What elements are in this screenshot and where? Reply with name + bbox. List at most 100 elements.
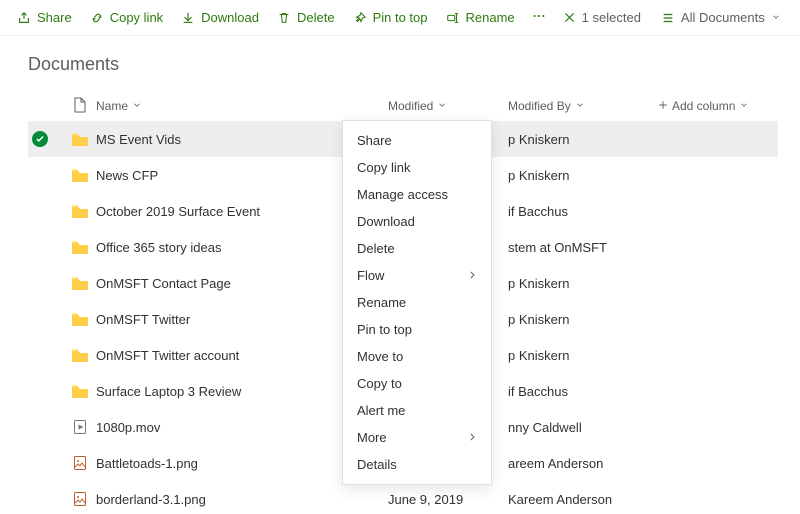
file-name[interactable]: OnMSFT Contact Page [96, 276, 334, 291]
column-header-modified-by[interactable]: Modified By [508, 99, 658, 113]
context-menu-label: Manage access [357, 187, 448, 202]
pin-button[interactable]: Pin to top [344, 2, 437, 34]
context-menu-item[interactable]: Copy to [343, 370, 491, 397]
selected-check-icon[interactable] [32, 131, 48, 147]
pin-label: Pin to top [373, 10, 428, 25]
add-column-button[interactable]: Add column [658, 99, 778, 113]
column-header-name[interactable]: Name [96, 99, 388, 113]
col-by-label: Modified By [508, 99, 571, 113]
file-name[interactable]: Battletoads-1.png [96, 456, 334, 471]
modified-by: if Bacchus [508, 204, 658, 219]
copy-link-button[interactable]: Copy link [81, 2, 172, 34]
copy-link-label: Copy link [110, 10, 163, 25]
context-menu-label: Alert me [357, 403, 405, 418]
row-icon [64, 384, 96, 398]
chevron-down-icon [437, 99, 447, 113]
file-name[interactable]: 1080p.mov [96, 420, 334, 435]
context-menu-label: Delete [357, 241, 395, 256]
link-icon [90, 11, 104, 25]
row-icon [64, 204, 96, 218]
row-icon [64, 240, 96, 254]
context-menu-item[interactable]: Flow [343, 262, 491, 289]
modified-by: areem Anderson [508, 456, 658, 471]
context-menu-label: Copy to [357, 376, 402, 391]
file-name[interactable]: Office 365 story ideas [96, 240, 334, 255]
more-actions-button[interactable] [524, 2, 554, 34]
download-button[interactable]: Download [172, 2, 268, 34]
file-name[interactable]: borderland-3.1.png [96, 492, 334, 507]
context-menu-item[interactable]: Move to [343, 343, 491, 370]
view-selector[interactable]: All Documents [652, 2, 790, 34]
download-label: Download [201, 10, 259, 25]
rename-button[interactable]: Rename [437, 2, 524, 34]
clear-selection-button[interactable]: 1 selected [554, 2, 650, 34]
modified-by: nny Caldwell [508, 420, 658, 435]
table-header: Name Modified Modified By Add column [28, 91, 778, 121]
chevron-right-icon [467, 431, 477, 445]
selection-count: 1 selected [582, 10, 641, 25]
context-menu-item[interactable]: Rename [343, 289, 491, 316]
col-modified-label: Modified [388, 99, 433, 113]
row-icon [64, 132, 96, 146]
share-button[interactable]: Share [8, 2, 81, 34]
context-menu-label: Pin to top [357, 322, 412, 337]
modified-by: p Kniskern [508, 276, 658, 291]
file-name[interactable]: MS Event Vids [96, 132, 334, 147]
row-icon [64, 455, 96, 471]
pin-icon [353, 11, 367, 25]
context-menu-item[interactable]: Share [343, 127, 491, 154]
column-type-icon[interactable] [64, 97, 96, 116]
delete-label: Delete [297, 10, 335, 25]
context-menu-label: More [357, 430, 387, 445]
modified-by: if Bacchus [508, 384, 658, 399]
plus-icon [658, 99, 668, 113]
context-menu-item[interactable]: Alert me [343, 397, 491, 424]
filter-button[interactable] [792, 2, 800, 34]
modified-by: p Kniskern [508, 348, 658, 363]
chevron-down-icon [771, 10, 781, 25]
row-icon [64, 419, 96, 435]
row-icon [64, 168, 96, 182]
file-name[interactable]: October 2019 Surface Event [96, 204, 334, 219]
row-icon [64, 348, 96, 362]
file-name[interactable]: Surface Laptop 3 Review [96, 384, 334, 399]
rename-icon [446, 11, 460, 25]
delete-button[interactable]: Delete [268, 2, 344, 34]
context-menu-item[interactable]: Copy link [343, 154, 491, 181]
context-menu: Share Copy link Manage access Download Delet… [342, 120, 492, 485]
row-icon [64, 276, 96, 290]
list-icon [661, 11, 675, 25]
context-menu-item[interactable]: More [343, 424, 491, 451]
add-column-label: Add column [672, 99, 735, 113]
context-menu-item[interactable]: Delete [343, 235, 491, 262]
file-name[interactable]: OnMSFT Twitter account [96, 348, 334, 363]
modified-by: p Kniskern [508, 312, 658, 327]
file-name[interactable]: OnMSFT Twitter [96, 312, 334, 327]
modified-by: p Kniskern [508, 168, 658, 183]
context-menu-item[interactable]: Pin to top [343, 316, 491, 343]
modified-by: p Kniskern [508, 132, 658, 147]
col-name-label: Name [96, 99, 128, 113]
context-menu-label: Flow [357, 268, 384, 283]
context-menu-label: Details [357, 457, 397, 472]
chevron-down-icon [739, 99, 749, 113]
file-name[interactable]: News CFP [96, 168, 334, 183]
context-menu-item[interactable]: Manage access [343, 181, 491, 208]
column-header-modified[interactable]: Modified [388, 99, 508, 113]
view-label: All Documents [681, 10, 765, 25]
share-label: Share [37, 10, 72, 25]
context-menu-item[interactable]: Details [343, 451, 491, 478]
modified-by: Kareem Anderson [508, 492, 658, 507]
context-menu-label: Download [357, 214, 415, 229]
table-row[interactable]: borderland-3.1.pngJune 9, 2019Kareem And… [28, 481, 778, 514]
modified-by: stem at OnMSFT [508, 240, 658, 255]
ellipsis-icon [532, 9, 546, 26]
rename-label: Rename [466, 10, 515, 25]
share-icon [17, 11, 31, 25]
page-title: Documents [28, 54, 778, 75]
context-menu-label: Move to [357, 349, 403, 364]
context-menu-label: Share [357, 133, 392, 148]
row-icon [64, 312, 96, 326]
context-menu-item[interactable]: Download [343, 208, 491, 235]
trash-icon [277, 11, 291, 25]
